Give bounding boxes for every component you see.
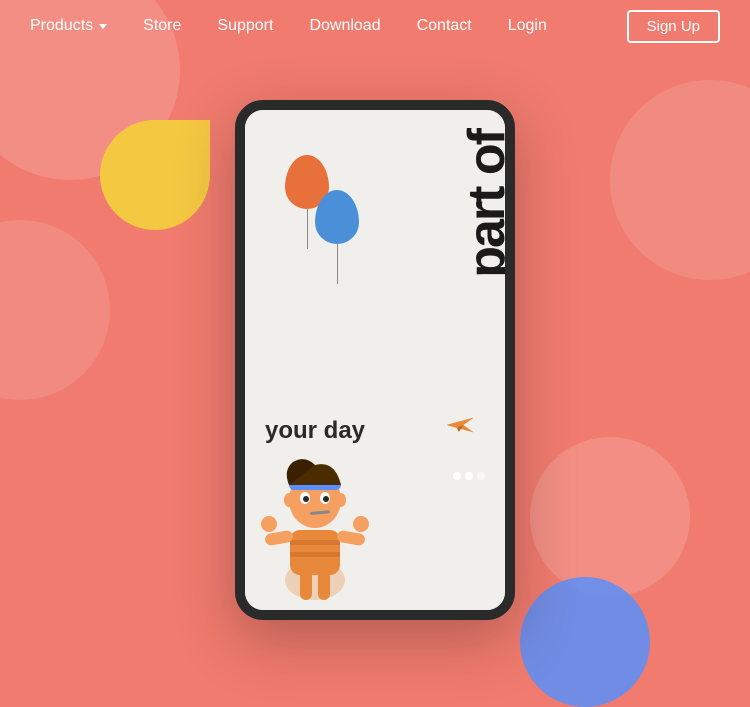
device-container: part of your day: [235, 100, 515, 620]
vertical-text: part of: [461, 130, 505, 278]
balloon-orange-string: [307, 209, 308, 249]
bg-circle-bottom-right: [520, 577, 650, 707]
your-day-text: your day: [265, 417, 365, 445]
bg-circle-left-mid: [0, 220, 110, 400]
nav-item-store[interactable]: Store: [125, 17, 199, 35]
nav-item-download[interactable]: Download: [291, 17, 398, 35]
character-area: [255, 450, 375, 610]
nav-item-products[interactable]: Products: [30, 17, 125, 35]
balloon-blue: [315, 190, 359, 284]
balloon-blue-string: [337, 244, 338, 284]
nav-item-support[interactable]: Support: [199, 17, 291, 35]
device-screen: part of your day: [245, 110, 505, 610]
bg-circle-right-top: [610, 80, 750, 280]
device-frame: part of your day: [235, 100, 515, 620]
balloon-blue-body: [315, 190, 359, 244]
yellow-shape: [100, 120, 210, 230]
bg-circle-right-bottom: [530, 437, 690, 597]
nav-item-login[interactable]: Login: [490, 17, 565, 35]
character-svg: [255, 450, 375, 610]
signup-button[interactable]: Sign Up: [627, 10, 720, 43]
dot-1: [453, 472, 461, 480]
chevron-down-icon: [99, 24, 107, 29]
nav-item-contact[interactable]: Contact: [399, 17, 490, 35]
nav-items: Products Store Support Download Contact …: [30, 17, 627, 35]
dot-2: [465, 472, 473, 480]
dot-3: [477, 472, 485, 480]
dots-area: [453, 472, 485, 480]
paper-plane-icon: [445, 416, 475, 440]
navbar: Products Store Support Download Contact …: [0, 0, 750, 52]
